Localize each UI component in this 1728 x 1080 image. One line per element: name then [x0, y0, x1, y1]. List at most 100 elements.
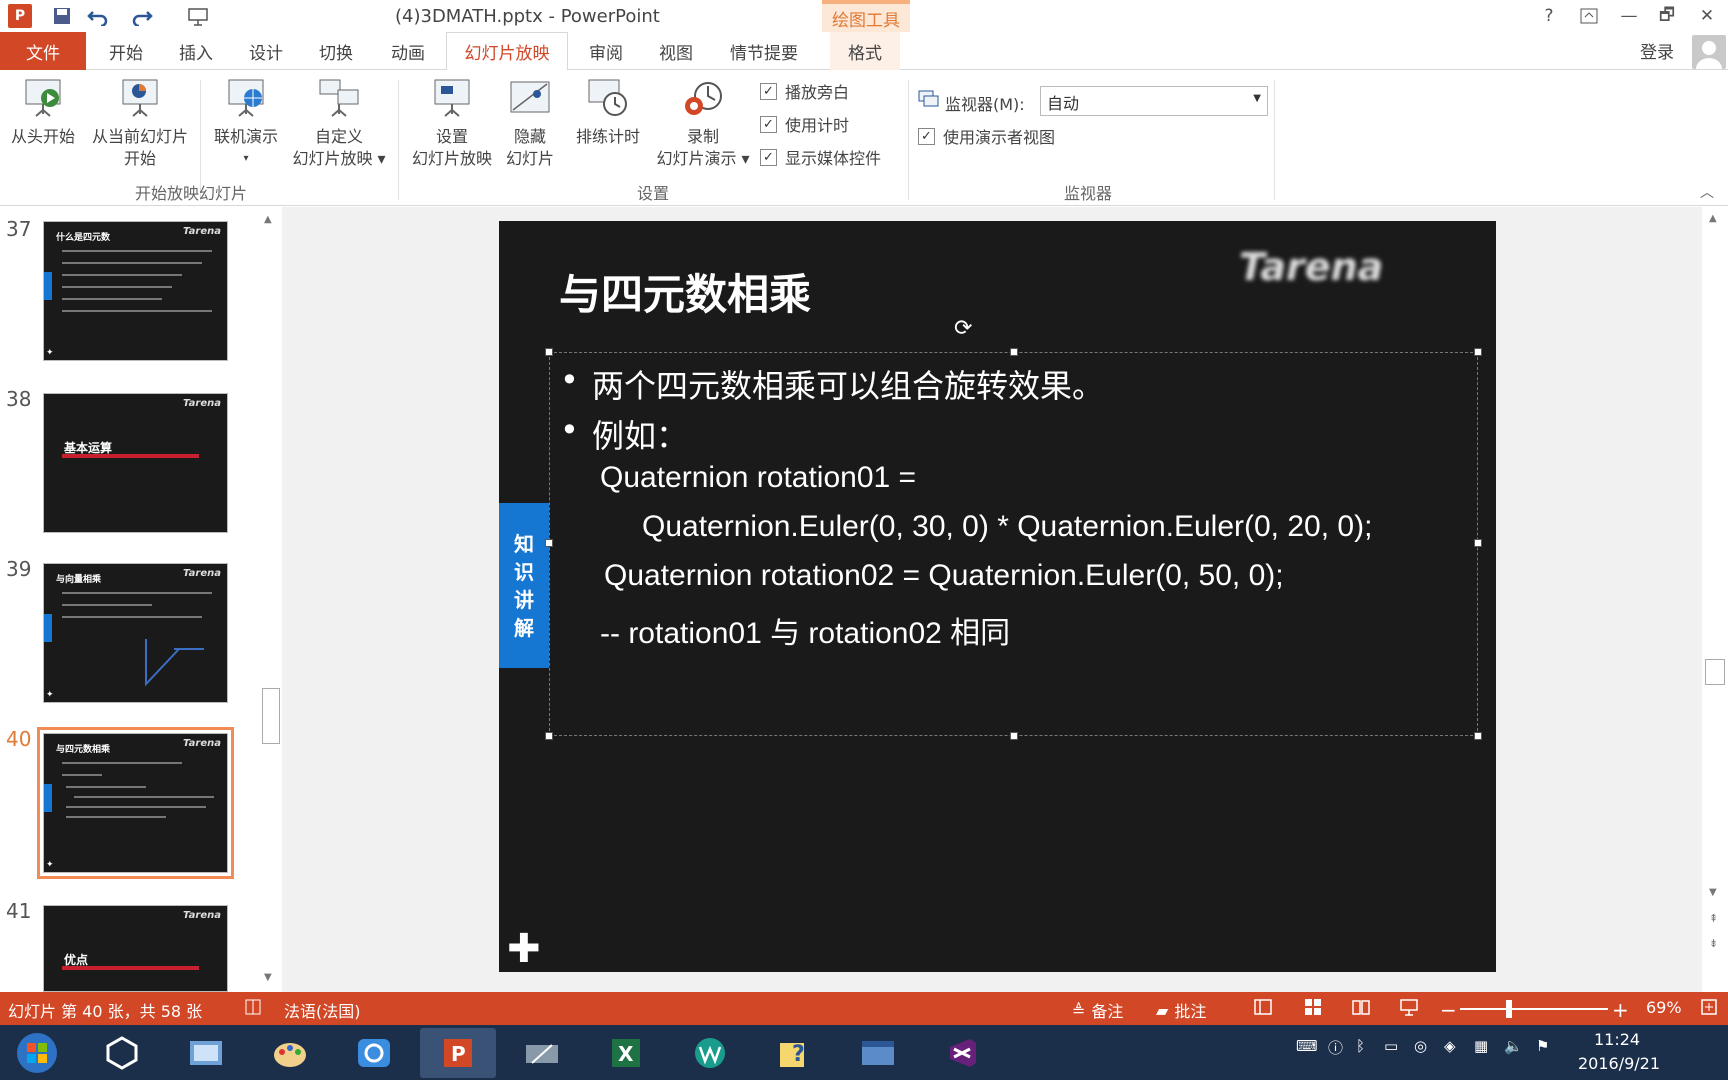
play-narrations-checkbox[interactable]: ✓ 播放旁白 [760, 80, 849, 102]
next-slide-icon[interactable]: ⇟ [1709, 937, 1718, 950]
window-taskbar-icon[interactable] [840, 1028, 916, 1078]
tray-network-icon[interactable]: ▦ [1474, 1037, 1488, 1055]
scroll-up-icon[interactable]: ▲ [1709, 213, 1717, 224]
slide-thumbnail-37[interactable]: 什么是四元数 Tarena ✦ [43, 221, 228, 361]
scroll-up-icon[interactable]: ▲ [264, 214, 272, 225]
minimize-button[interactable]: — [1612, 3, 1646, 29]
redo-icon[interactable] [128, 3, 156, 29]
ribbon-display-options-icon[interactable] [1572, 3, 1606, 29]
tray-volume-icon[interactable]: 🔈 [1504, 1037, 1523, 1055]
slide-thumbnail-38[interactable]: 基本运算 Tarena [43, 393, 228, 533]
help-taskbar-icon[interactable]: ? [756, 1028, 832, 1078]
tray-app-icon[interactable]: ◈ [1444, 1037, 1456, 1055]
zoom-level[interactable]: 69% [1646, 998, 1682, 1017]
slide-thumbnail-39[interactable]: 与向量相乘 Tarena ✦ [43, 563, 228, 703]
visual-studio-taskbar-icon[interactable] [924, 1028, 1000, 1078]
zoom-out-button[interactable]: − [1440, 998, 1457, 1022]
present-online-button[interactable]: 联机演示 ▾ [206, 76, 286, 170]
zoom-slider-track[interactable] [1460, 1008, 1608, 1010]
scroll-thumb[interactable] [262, 688, 280, 744]
setup-slideshow-button[interactable]: 设置 幻灯片放映 [404, 76, 500, 170]
scroll-down-icon[interactable]: ▼ [264, 972, 272, 983]
fit-slide-icon[interactable] [1700, 998, 1718, 1016]
help-button[interactable]: ? [1532, 3, 1566, 29]
unity-taskbar-icon[interactable] [84, 1028, 160, 1078]
tab-transitions[interactable]: 切换 [306, 32, 366, 70]
from-current-button[interactable]: 从当前幻灯片 开始 [86, 76, 194, 170]
explorer-taskbar-icon[interactable] [168, 1028, 244, 1078]
resize-handle[interactable] [1010, 348, 1018, 356]
tray-message-icon[interactable]: ▭ [1384, 1037, 1398, 1055]
show-media-controls-checkbox[interactable]: ✓ 显示媒体控件 [760, 146, 881, 168]
tray-help-icon[interactable]: ⓘ [1328, 1037, 1343, 1058]
tray-qq-icon[interactable]: ◎ [1414, 1037, 1427, 1055]
slide-sorter-icon[interactable] [1304, 998, 1322, 1016]
use-timings-checkbox[interactable]: ✓ 使用计时 [760, 113, 849, 135]
sign-in-link[interactable]: 登录 [1640, 38, 1674, 63]
spell-check-icon[interactable] [244, 998, 262, 1016]
tray-bluetooth-icon[interactable]: ᛒ [1356, 1037, 1365, 1055]
tray-keyboard-icon[interactable]: ⌨ [1296, 1037, 1318, 1055]
notes-button[interactable]: ≜ 备注 [1072, 998, 1123, 1022]
tab-slideshow[interactable]: 幻灯片放映 [446, 32, 568, 71]
custom-slideshow-button[interactable]: 自定义 幻灯片放映 ▾ [286, 76, 392, 170]
from-beginning-button[interactable]: 从头开始 [4, 76, 82, 148]
rehearse-timings-button[interactable]: 排练计时 [570, 76, 646, 148]
media-player-taskbar-icon[interactable] [672, 1028, 748, 1078]
tab-design[interactable]: 设计 [236, 32, 296, 70]
resize-handle[interactable] [1474, 539, 1482, 547]
qq-browser-taskbar-icon[interactable] [336, 1028, 412, 1078]
resize-handle[interactable] [545, 348, 553, 356]
powerpoint-taskbar-icon[interactable]: P [420, 1028, 496, 1078]
slide-thumbnail-40-selected[interactable]: 与四元数相乘 Tarena ✦ [37, 727, 234, 879]
monitor-select[interactable]: 自动 ▼ [1040, 86, 1268, 116]
restore-button[interactable]: 🗗 [1650, 3, 1684, 29]
tab-view[interactable]: 视图 [646, 32, 706, 70]
tab-animations[interactable]: 动画 [378, 32, 438, 70]
record-slideshow-button[interactable]: 录制 幻灯片演示 ▾ [650, 76, 756, 170]
content-textbox[interactable]: • 两个四元数相乘可以组合旋转效果。 • 例如： Quaternion rota… [545, 348, 1482, 740]
thumbnail-scrollbar[interactable]: ▲ ▼ [260, 210, 282, 990]
rotate-handle-icon[interactable]: ⟳ [954, 316, 972, 341]
paint-taskbar-icon[interactable] [252, 1028, 328, 1078]
presenter-view-checkbox[interactable]: ✓ 使用演示者视图 [918, 125, 1055, 147]
clock-time[interactable]: 11:24 [1594, 1030, 1640, 1049]
normal-view-icon[interactable] [1254, 998, 1272, 1016]
excel-taskbar-icon[interactable]: X [588, 1028, 664, 1078]
slide-thumbnail-41[interactable]: 优点 Tarena [43, 905, 228, 992]
tab-review[interactable]: 审阅 [576, 32, 636, 70]
resize-handle[interactable] [1010, 732, 1018, 740]
start-button[interactable] [2, 1028, 72, 1078]
current-slide[interactable]: 与四元数相乘 Tarena 知 识 讲 解 ⟳ • 两个四元数相乘可以组合旋转效… [499, 221, 1496, 972]
collapse-ribbon-icon[interactable]: ︿ [1700, 182, 1714, 202]
resize-handle[interactable] [1474, 348, 1482, 356]
comments-button[interactable]: ▰ 批注 [1156, 998, 1206, 1022]
slide-scrollbar[interactable]: ▲ ▼ ⇞ ⇟ [1702, 207, 1728, 992]
slideshow-view-icon[interactable] [1400, 998, 1418, 1016]
zoom-in-button[interactable]: + [1612, 998, 1629, 1022]
resize-handle[interactable] [1474, 732, 1482, 740]
save-icon[interactable] [48, 3, 76, 29]
close-button[interactable]: ✕ [1690, 3, 1724, 29]
tab-storyboarding[interactable]: 情节提要 [716, 32, 812, 70]
resize-handle[interactable] [545, 732, 553, 740]
hide-slide-button[interactable]: 隐藏 幻灯片 [500, 76, 560, 170]
undo-icon[interactable] [84, 3, 112, 29]
zoom-slider-thumb[interactable] [1506, 1000, 1512, 1018]
tab-insert[interactable]: 插入 [166, 32, 226, 70]
language-indicator[interactable]: 法语(法国) [284, 998, 361, 1022]
tab-format[interactable]: 格式 [830, 32, 900, 70]
network-tool-taskbar-icon[interactable] [504, 1028, 580, 1078]
scroll-down-icon[interactable]: ▼ [1709, 887, 1717, 898]
slide-title[interactable]: 与四元数相乘 [559, 261, 811, 322]
tab-file[interactable]: 文件 [0, 32, 86, 70]
avatar[interactable] [1692, 35, 1726, 69]
tab-home[interactable]: 开始 [96, 32, 156, 70]
tray-flag-icon[interactable]: ⚑ [1536, 1037, 1549, 1055]
start-slideshow-qa-icon[interactable] [184, 3, 212, 29]
reading-view-icon[interactable] [1352, 998, 1370, 1016]
scroll-thumb[interactable] [1705, 659, 1725, 685]
previous-slide-icon[interactable]: ⇞ [1709, 912, 1718, 925]
resize-handle[interactable] [545, 539, 553, 547]
clock-date[interactable]: 2016/9/21 [1578, 1054, 1660, 1073]
